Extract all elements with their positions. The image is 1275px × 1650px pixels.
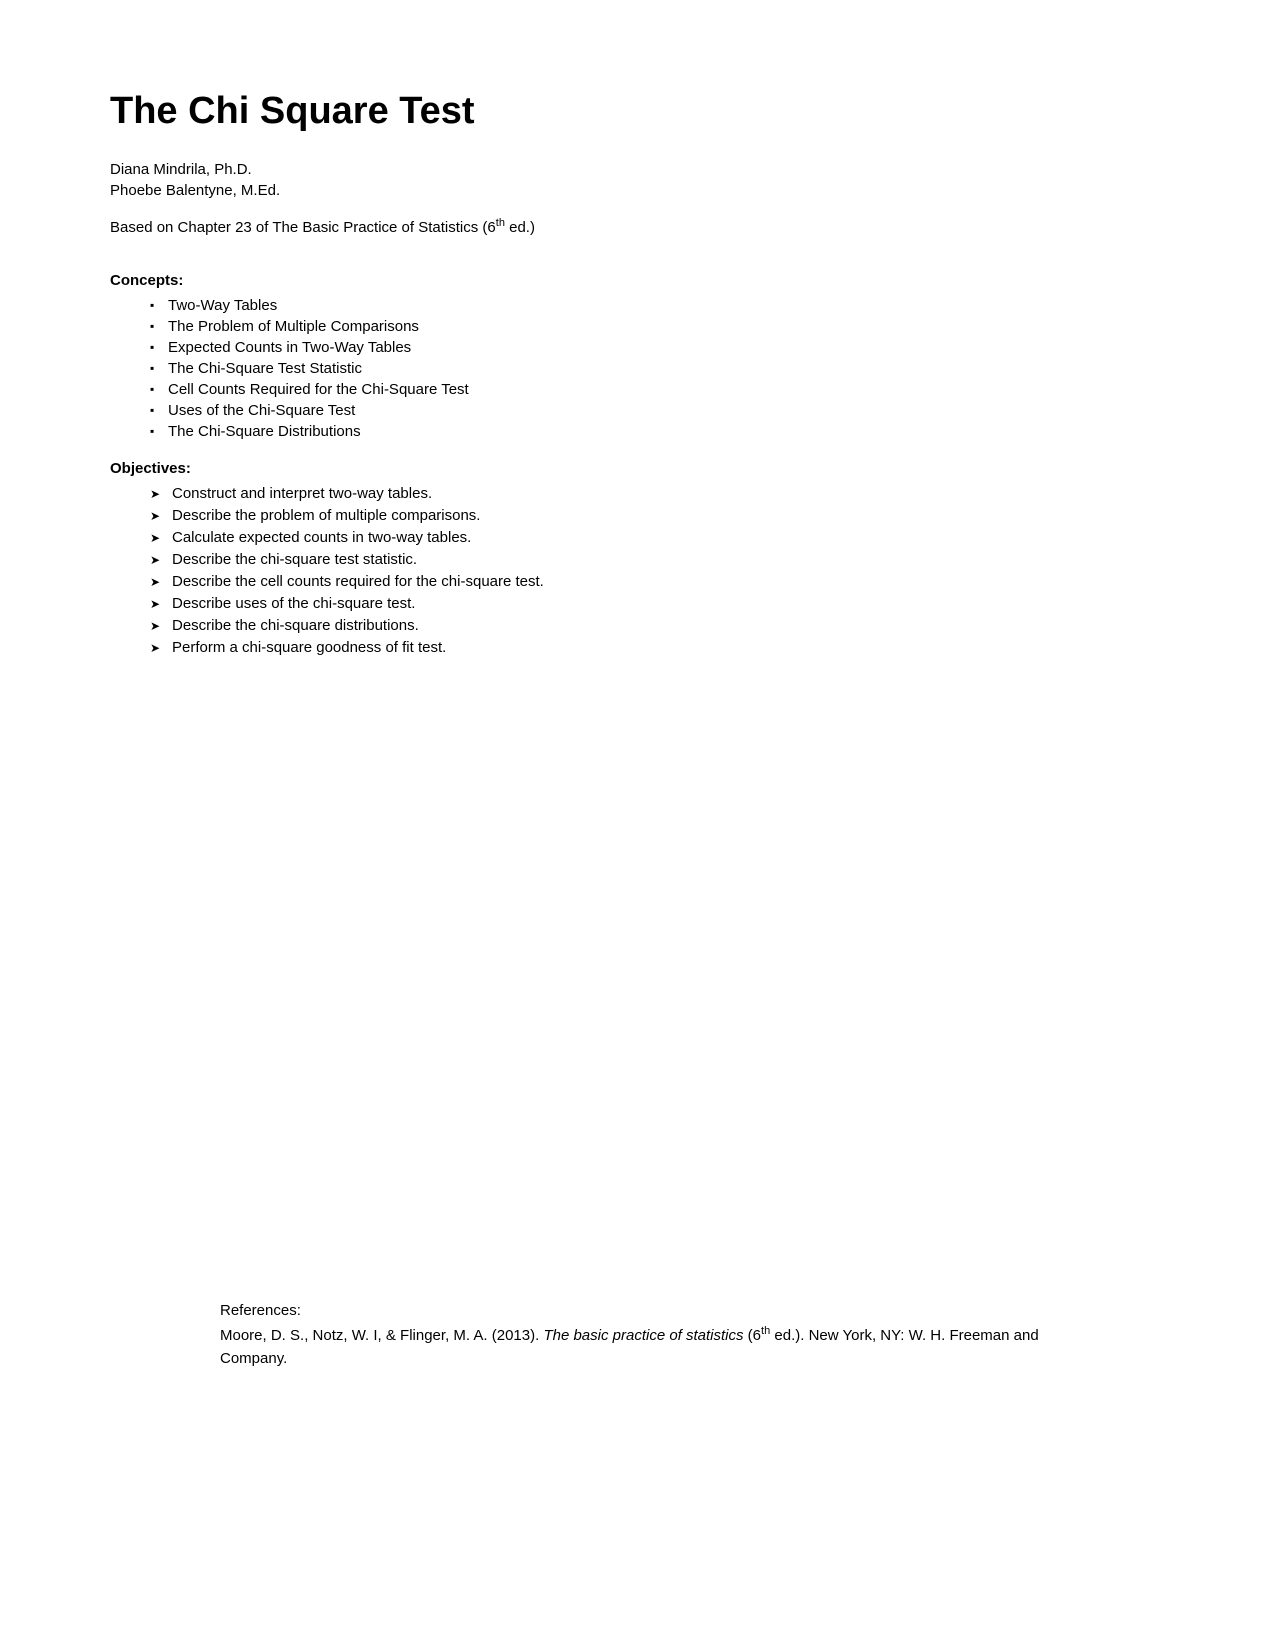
author-line1: Diana Mindrila, Ph.D.	[110, 161, 1165, 178]
list-item: The Problem of Multiple Comparisons	[150, 318, 1165, 335]
concepts-list: Two-Way Tables The Problem of Multiple C…	[150, 297, 1165, 440]
references-superscript: th	[761, 1325, 770, 1337]
list-item: Describe the chi-square distributions.	[150, 617, 1165, 634]
list-item: Construct and interpret two-way tables.	[150, 485, 1165, 502]
list-item: Calculate expected counts in two-way tab…	[150, 529, 1165, 546]
based-on-superscript: th	[496, 217, 505, 229]
page-title: The Chi Square Test	[110, 90, 1165, 133]
based-on-suffix: ed.)	[505, 219, 535, 236]
references-text-suffix-pre: (6	[744, 1327, 762, 1344]
list-item: Two-Way Tables	[150, 297, 1165, 314]
list-item: Describe uses of the chi-square test.	[150, 595, 1165, 612]
list-item: Describe the cell counts required for th…	[150, 573, 1165, 590]
page-content: The Chi Square Test Diana Mindrila, Ph.D…	[110, 90, 1165, 1490]
based-on-prefix: Based on Chapter 23 of The Basic Practic…	[110, 219, 496, 236]
list-item: Describe the chi-square test statistic.	[150, 551, 1165, 568]
list-item: The Chi-Square Distributions	[150, 423, 1165, 440]
author-line2: Phoebe Balentyne, M.Ed.	[110, 182, 1165, 199]
references-text-prefix: Moore, D. S., Notz, W. I, & Flinger, M. …	[220, 1327, 543, 1344]
list-item: Cell Counts Required for the Chi-Square …	[150, 381, 1165, 398]
references-text-italic: The basic practice of statistics	[543, 1327, 743, 1344]
references-section: References: Moore, D. S., Notz, W. I, & …	[220, 1302, 1055, 1370]
references-label: References:	[220, 1302, 1055, 1319]
list-item: Uses of the Chi-Square Test	[150, 402, 1165, 419]
list-item: Expected Counts in Two-Way Tables	[150, 339, 1165, 356]
list-item: Perform a chi-square goodness of fit tes…	[150, 639, 1165, 656]
objectives-heading: Objectives:	[110, 460, 1165, 477]
references-text: Moore, D. S., Notz, W. I, & Flinger, M. …	[220, 1323, 1055, 1370]
list-item: The Chi-Square Test Statistic	[150, 360, 1165, 377]
based-on-text: Based on Chapter 23 of The Basic Practic…	[110, 217, 1165, 236]
objectives-list: Construct and interpret two-way tables. …	[150, 485, 1165, 656]
objectives-section: Objectives: Construct and interpret two-…	[110, 460, 1165, 656]
concepts-section: Concepts: Two-Way Tables The Problem of …	[110, 272, 1165, 440]
concepts-heading: Concepts:	[110, 272, 1165, 289]
list-item: Describe the problem of multiple compari…	[150, 507, 1165, 524]
